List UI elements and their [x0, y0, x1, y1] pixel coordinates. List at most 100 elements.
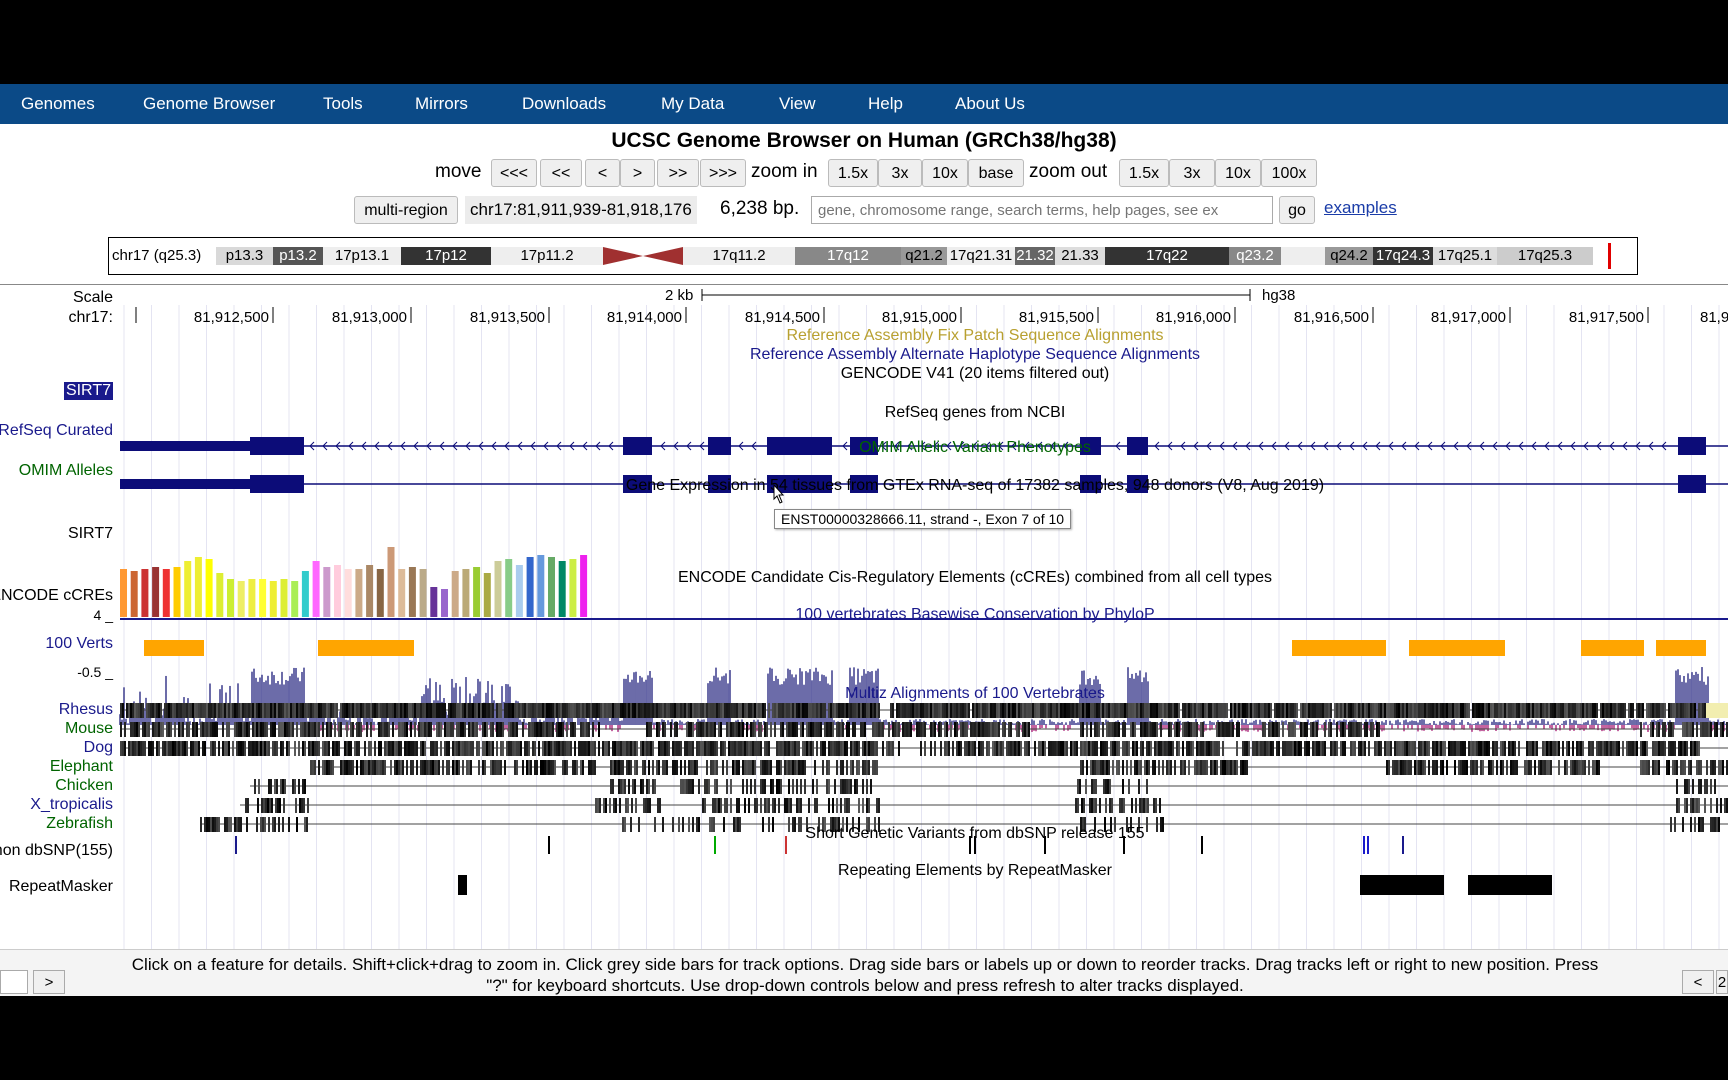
ideogram-band[interactable]: 21.32: [1015, 247, 1055, 265]
multiz-block: [292, 722, 294, 737]
nav-genome-browser[interactable]: Genome Browser: [143, 84, 275, 124]
multiz-block: [446, 741, 448, 756]
multiz-block: [582, 722, 584, 737]
species-label-rhesus[interactable]: Rhesus: [59, 701, 113, 719]
ideogram-band[interactable]: 17q24.3: [1373, 247, 1433, 265]
zoom-out-10x-button[interactable]: 10x: [1215, 159, 1261, 187]
move-left-button[interactable]: <: [585, 159, 620, 187]
ideogram-band[interactable]: p13.3: [216, 247, 273, 265]
scroll-right-button[interactable]: >: [33, 970, 65, 994]
nav-help[interactable]: Help: [868, 84, 903, 124]
multiz-block: [954, 722, 956, 737]
zoom-out-1-5x-button[interactable]: 1.5x: [1119, 159, 1169, 187]
multiz-block: [904, 722, 906, 737]
move-right-button[interactable]: >: [620, 159, 655, 187]
ideogram-band[interactable]: 17q22: [1105, 247, 1229, 265]
species-label-x-tropicalis[interactable]: X_tropicalis: [30, 796, 113, 814]
right-edge-button[interactable]: 2: [1716, 970, 1728, 994]
move-left-far-button[interactable]: <<<: [491, 159, 537, 187]
ideogram-band[interactable]: 17q12: [795, 247, 901, 265]
nav-my-data[interactable]: My Data: [661, 84, 724, 124]
multiz-block: [710, 760, 712, 775]
scroll-left-button[interactable]: <: [1682, 970, 1714, 994]
move-right-more-button[interactable]: >>: [657, 159, 699, 187]
ideogram-band[interactable]: 17p13.1: [323, 247, 401, 265]
ideogram-band[interactable]: 17q25.1: [1433, 247, 1497, 265]
multiz-block: [1702, 703, 1704, 718]
omim-alleles-label[interactable]: OMIM Alleles: [19, 462, 113, 480]
nav-about-us[interactable]: About Us: [955, 84, 1025, 124]
left-small-input[interactable]: [0, 970, 28, 994]
species-label-chicken[interactable]: Chicken: [55, 777, 113, 795]
species-label-elephant[interactable]: Elephant: [50, 758, 113, 776]
multiz-block: [930, 703, 932, 718]
dbsnp-track-label[interactable]: Common dbSNP(155): [0, 842, 113, 860]
zoom-in-10x-button[interactable]: 10x: [922, 159, 968, 187]
ideogram-band[interactable]: 17q21.31: [947, 247, 1015, 265]
nav-view[interactable]: View: [779, 84, 816, 124]
nav-mirrors[interactable]: Mirrors: [415, 84, 468, 124]
multiz-block: [1618, 703, 1620, 718]
encode-ccres-label[interactable]: ENCODE cCREs: [0, 587, 113, 605]
rmsk-title[interactable]: Repeating Elements by RepeatMasker: [0, 862, 1728, 880]
zoom-in-3x-button[interactable]: 3x: [878, 159, 922, 187]
ideogram-band[interactable]: 17p12: [401, 247, 491, 265]
position-display[interactable]: chr17:81,911,939-81,918,176: [465, 196, 697, 224]
multiz-block: [1060, 741, 1062, 756]
gtex-gene-label[interactable]: SIRT7: [68, 525, 113, 543]
multiz-block: [792, 703, 794, 718]
ideogram-band[interactable]: q24.2: [1325, 247, 1373, 265]
zoom-out-3x-button[interactable]: 3x: [1169, 159, 1215, 187]
ideogram-band[interactable]: 17q25.3: [1497, 247, 1593, 265]
multiz-block: [1296, 703, 1298, 718]
ideogram-band[interactable]: 17p11.2: [491, 247, 603, 265]
multiz-block: [318, 760, 320, 775]
multiz-block: [1552, 703, 1554, 718]
encode-title[interactable]: ENCODE Candidate Cis-Regulatory Elements…: [0, 569, 1728, 587]
nav-downloads[interactable]: Downloads: [522, 84, 606, 124]
multiz-block: [263, 798, 265, 813]
sirt7-gene-label[interactable]: SIRT7: [63, 382, 113, 400]
gtex-title[interactable]: Gene Expression in 54 tissues from GTEx …: [0, 477, 1728, 495]
multi-region-button[interactable]: multi-region: [354, 196, 458, 224]
multiz-block: [962, 703, 964, 718]
gencode-title[interactable]: GENCODE V41 (20 items filtered out): [0, 365, 1728, 383]
nav-tools[interactable]: Tools: [323, 84, 363, 124]
species-label-zebrafish[interactable]: Zebrafish: [46, 815, 113, 833]
species-label-mouse[interactable]: Mouse: [65, 720, 113, 738]
ideogram-band[interactable]: q23.2: [1229, 247, 1281, 265]
ideogram-band[interactable]: 21.33: [1055, 247, 1105, 265]
dbsnp-title[interactable]: Short Genetic Variants from dbSNP releas…: [0, 825, 1728, 843]
page-title: UCSC Genome Browser on Human (GRCh38/hg3…: [611, 129, 1117, 152]
zoom-in-1-5x-button[interactable]: 1.5x: [828, 159, 878, 187]
ideogram-band[interactable]: p13.2: [273, 247, 323, 265]
ideogram-band[interactable]: 17q11.2: [683, 247, 795, 265]
phylop-title[interactable]: 100 vertebrates Basewise Conservation by…: [0, 606, 1728, 624]
multiz-block: [582, 741, 584, 756]
chromosome-ideogram[interactable]: chr17 (q25.3) p13.3 p13.2 17p13.1 17p12 …: [108, 237, 1638, 275]
repeatmasker-label[interactable]: RepeatMasker: [9, 878, 113, 896]
go-button[interactable]: go: [1279, 196, 1315, 224]
search-input[interactable]: [811, 196, 1273, 224]
multiz-title[interactable]: Multiz Alignments of 100 Vertebrates: [0, 685, 1728, 703]
ideogram-band[interactable]: q21.2: [901, 247, 947, 265]
nav-genomes[interactable]: Genomes: [21, 84, 95, 124]
multiz-block: [534, 722, 536, 737]
zoom-in-base-button[interactable]: base: [968, 159, 1024, 187]
examples-link[interactable]: examples: [1324, 198, 1397, 218]
multiz-block: [318, 722, 320, 737]
move-right-far-button[interactable]: >>>: [700, 159, 746, 187]
track-display[interactable]: Scale chr17: 2 kb hg38 81,912,500 81,913,…: [0, 284, 1728, 949]
zoom-out-100x-button[interactable]: 100x: [1261, 159, 1317, 187]
move-left-more-button[interactable]: <<: [540, 159, 582, 187]
alt-haplotype-title[interactable]: Reference Assembly Alternate Haplotype S…: [0, 346, 1728, 364]
species-label-dog[interactable]: Dog: [84, 739, 113, 757]
refseq-curated-label[interactable]: RefSeq Curated: [0, 422, 113, 440]
multiz-block: [844, 798, 846, 813]
refseq-title[interactable]: RefSeq genes from NCBI: [0, 404, 1728, 422]
phylop-track-label[interactable]: 100 Verts: [45, 635, 113, 653]
multiz-block: [506, 703, 508, 718]
multiz-block: [1094, 760, 1096, 775]
fix-patch-title[interactable]: Reference Assembly Fix Patch Sequence Al…: [0, 327, 1728, 345]
omim-title[interactable]: OMIM Allelic Variant Phenotypes: [0, 439, 1728, 457]
